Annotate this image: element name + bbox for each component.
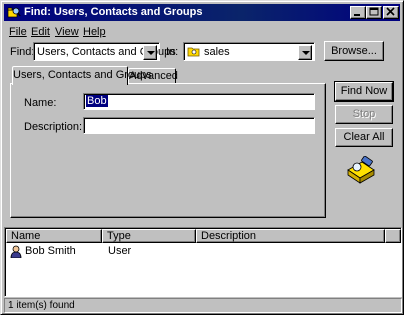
name-label: Name: [24, 97, 57, 109]
minimize-icon [354, 14, 360, 16]
status-bar: 1 item(s) found [4, 298, 402, 313]
find-type-select[interactable]: Users, Contacts and Groups [33, 42, 176, 61]
browse-button[interactable]: Browse... [324, 41, 384, 61]
search-flashlight-icon [347, 156, 375, 184]
user-icon [10, 245, 22, 258]
name-field[interactable]: Bob [83, 93, 315, 110]
column-header-name[interactable]: Name [6, 229, 102, 243]
in-location-select[interactable]: sales [183, 42, 315, 61]
title-bar[interactable]: Find: Users, Contacts and Groups [4, 4, 400, 21]
stop-button[interactable]: Stop [335, 105, 393, 124]
column-header-description[interactable]: Description [196, 229, 385, 243]
row-type: User [108, 245, 132, 257]
close-button[interactable] [383, 6, 399, 19]
clear-all-button[interactable]: Clear All [335, 128, 393, 147]
in-label: In: [166, 46, 179, 58]
chevron-down-icon[interactable] [143, 45, 157, 60]
column-header-filler [385, 229, 401, 243]
name-field-value: Bob [86, 95, 108, 107]
in-location-value: sales [204, 46, 230, 58]
find-now-button[interactable]: Find Now [334, 81, 394, 102]
maximize-icon [369, 7, 379, 16]
description-field[interactable] [83, 117, 315, 134]
find-label: Find: [10, 46, 35, 58]
minimize-button[interactable] [350, 6, 366, 19]
window-title: Find: Users, Contacts and Groups [24, 6, 203, 18]
tab-panel: Name: Bob Description: [10, 83, 326, 218]
folder-icon [187, 47, 200, 57]
table-row[interactable]: Bob Smith User [6, 244, 400, 259]
row-name: Bob Smith [25, 245, 76, 257]
find-window-icon [7, 7, 21, 18]
close-icon [386, 7, 395, 16]
menu-bar: File Edit View Help [9, 26, 106, 38]
tab-users-contacts-groups[interactable]: Users, Contacts and Groups [12, 66, 152, 85]
results-list[interactable]: Name Type Description Bob Smith User [4, 227, 402, 297]
status-text: 1 item(s) found [8, 300, 75, 311]
column-header-type[interactable]: Type [102, 229, 196, 243]
description-label: Description: [24, 121, 83, 133]
chevron-down-icon[interactable] [298, 45, 312, 60]
find-window: Find: Users, Contacts and Groups File Ed… [0, 0, 404, 315]
maximize-button[interactable] [366, 6, 382, 19]
